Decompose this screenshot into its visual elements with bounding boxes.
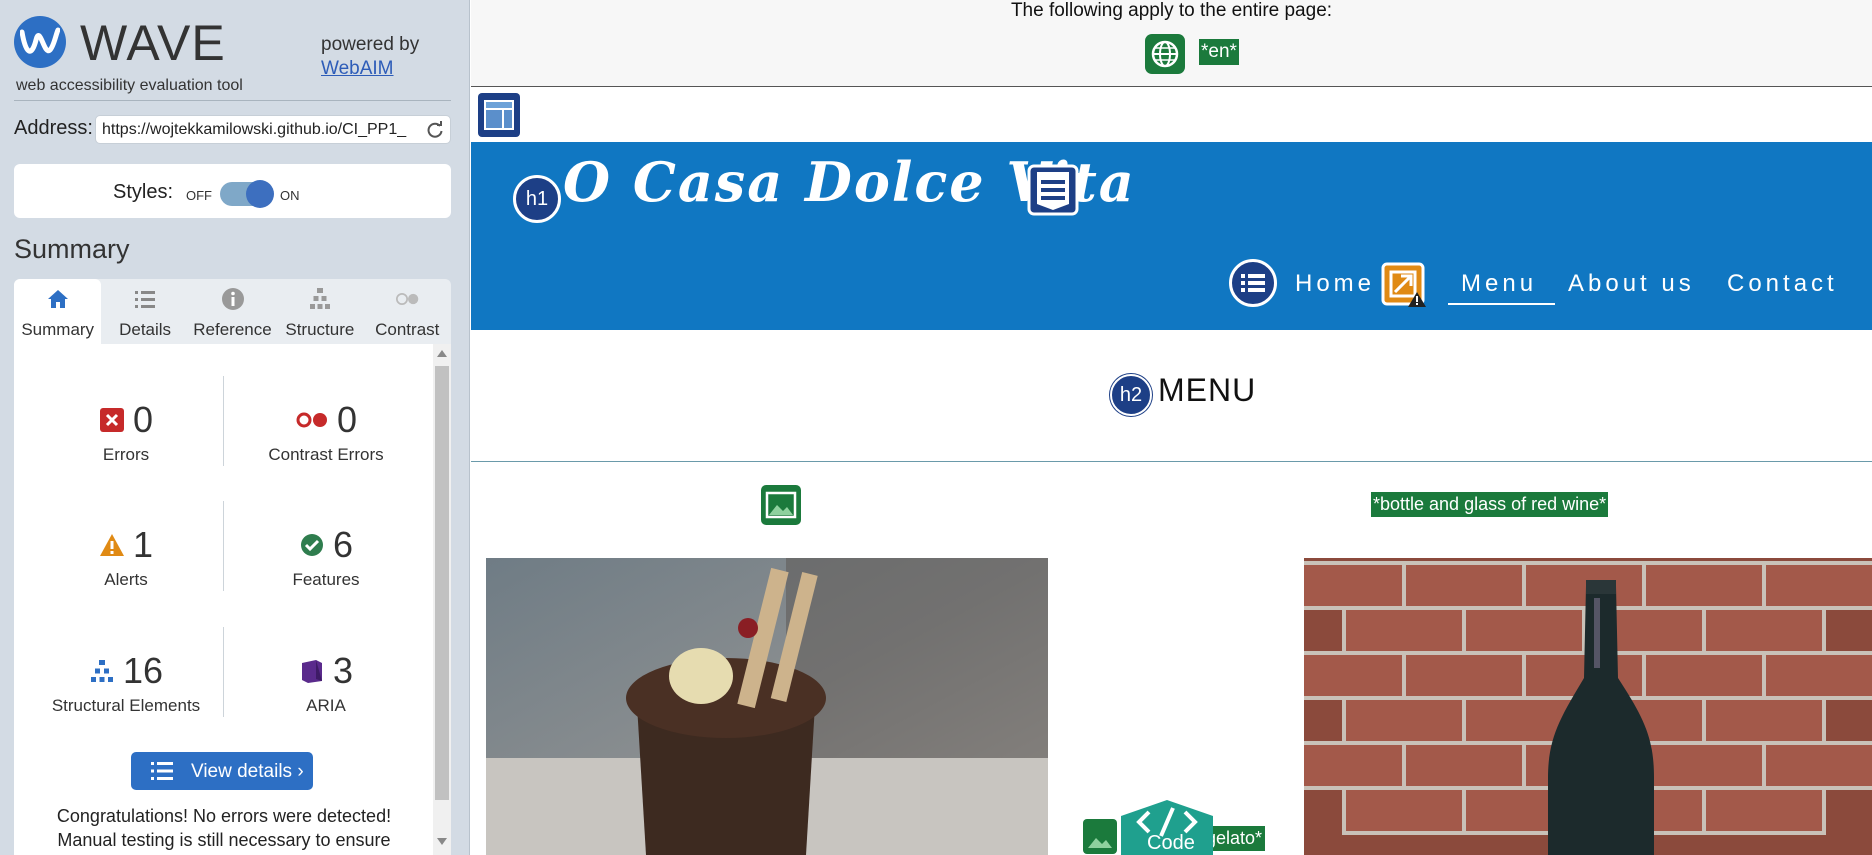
congrats-message: Congratulations! No errors were detected… (24, 804, 424, 852)
alt-text-tag[interactable]: *bottle and glass of red wine* (1371, 492, 1609, 517)
home-icon (48, 290, 68, 308)
panel-tabs: Summary Details Reference Structure Cont… (14, 279, 451, 344)
section-divider (471, 461, 1872, 462)
heading-h2-icon[interactable]: h2 (1110, 374, 1152, 416)
document-notice-bar: The following apply to the entire page: … (471, 0, 1872, 87)
redundant-link-alert-icon[interactable] (1381, 262, 1427, 308)
aria-label: ARIA (306, 696, 346, 715)
powered-by: powered by WebAIM (321, 33, 419, 81)
styles-toggle-card: Styles: OFF ON (14, 164, 451, 218)
errors-label: Errors (102, 445, 150, 464)
styles-label: Styles: (113, 181, 174, 203)
webaim-link[interactable]: WebAIM (321, 57, 419, 81)
address-input[interactable]: https://wojtekkamilowski.github.io/CI_PP… (102, 121, 420, 139)
nav-link-home[interactable]: Home (1295, 270, 1375, 298)
stat-aria[interactable]: 3 ARIA (226, 650, 426, 716)
structural-count: 16 (122, 650, 164, 691)
aria-banner-icon[interactable] (1027, 164, 1079, 216)
contrast-icon (395, 293, 418, 305)
nav-link-contact[interactable]: Contact (1727, 270, 1838, 298)
tab-details[interactable]: Details (101, 279, 188, 344)
tab-structure[interactable]: Structure (276, 279, 363, 344)
aria-landmark-icon[interactable] (477, 92, 521, 138)
heading-h1-icon[interactable]: h1 (513, 175, 561, 223)
aria-count: 3 (332, 650, 354, 691)
powered-by-label: powered by (321, 34, 420, 55)
scroll-down-arrow-icon[interactable] (437, 838, 447, 845)
hierarchy-icon (310, 288, 331, 309)
tab-label: Reference (193, 320, 272, 339)
tab-label: Structure (285, 320, 355, 339)
errors-count: 0 (132, 399, 154, 440)
congrats-line: Manual testing is still necessary to ens… (57, 830, 391, 850)
error-icon (99, 408, 124, 432)
summary-panel: 0 Errors 0 Contrast Errors 1 Alerts 6 Fe… (14, 344, 451, 855)
active-nav-underline (1448, 303, 1555, 305)
list-icon (135, 291, 156, 308)
navigation-list-icon[interactable] (1229, 259, 1277, 307)
contrast-error-icon (296, 412, 327, 428)
site-header: h1 O Casa Dolce Vita Home Menu About us … (471, 142, 1872, 330)
stat-structural[interactable]: 16 Structural Elements (26, 650, 226, 716)
alerts-count: 1 (132, 524, 154, 565)
list-icon (151, 762, 173, 780)
stat-alerts[interactable]: 1 Alerts (26, 524, 226, 590)
language-globe-icon[interactable] (1145, 34, 1185, 74)
tab-reference[interactable]: Reference (189, 279, 276, 344)
stat-errors[interactable]: 0 Errors (26, 399, 226, 465)
hierarchy-icon (90, 660, 113, 682)
structural-label: Structural Elements (51, 696, 201, 715)
tab-contrast[interactable]: Contrast (364, 279, 451, 344)
feature-check-icon (300, 534, 323, 556)
reload-icon[interactable] (426, 121, 444, 139)
alert-icon (99, 534, 124, 556)
gelato-image (486, 558, 1048, 855)
features-label: Features (292, 570, 360, 589)
features-count: 6 (332, 524, 354, 565)
document-notice-text: The following apply to the entire page: (1010, 0, 1333, 21)
wave-tagline: web accessibility evaluation tool (16, 77, 243, 94)
stat-features[interactable]: 6 Features (226, 524, 426, 590)
tab-label: Contrast (375, 320, 440, 339)
view-details-label: View details › (191, 761, 304, 782)
toggle-knob[interactable] (246, 180, 274, 208)
styles-toggle[interactable] (220, 180, 274, 208)
contrast-errors-count: 0 (336, 399, 358, 440)
address-label: Address: (14, 117, 93, 139)
nav-link-about-us[interactable]: About us (1568, 270, 1695, 298)
scroll-thumb[interactable] (435, 366, 449, 800)
contrast-errors-label: Contrast Errors (268, 445, 384, 464)
wave-sidebar: WAVE web accessibility evaluation tool p… (0, 0, 470, 855)
scroll-up-arrow-icon[interactable] (437, 350, 447, 357)
menu-heading: MENU (1158, 372, 1257, 408)
evaluated-page: The following apply to the entire page: … (471, 0, 1872, 855)
view-details-button[interactable]: View details › (131, 752, 313, 790)
wine-bottle-image (1304, 558, 1872, 855)
aria-icon (301, 660, 322, 683)
divider (14, 100, 451, 101)
address-field[interactable]: https://wojtekkamilowski.github.io/CI_PP… (95, 115, 451, 144)
wave-logo-text: WAVE (80, 15, 226, 71)
nav-link-menu[interactable]: Menu (1461, 270, 1537, 298)
panel-scrollbar[interactable] (433, 344, 451, 855)
wave-logo-icon (14, 16, 66, 68)
code-toggle-label[interactable]: Code (1147, 832, 1195, 855)
summary-title: Summary (14, 234, 130, 264)
congrats-line: Congratulations! No errors were detected… (56, 806, 392, 826)
tab-label: Summary (21, 320, 95, 339)
info-icon (221, 288, 244, 310)
alerts-label: Alerts (104, 570, 148, 589)
tab-label: Details (119, 320, 172, 339)
image-alt-icon[interactable] (760, 484, 802, 526)
styles-off-label: OFF (186, 188, 212, 203)
tab-summary[interactable]: Summary (14, 279, 102, 344)
styles-on-label: ON (280, 188, 300, 203)
stat-contrast-errors[interactable]: 0 Contrast Errors (226, 399, 426, 465)
language-tag[interactable]: *en* (1199, 39, 1239, 65)
